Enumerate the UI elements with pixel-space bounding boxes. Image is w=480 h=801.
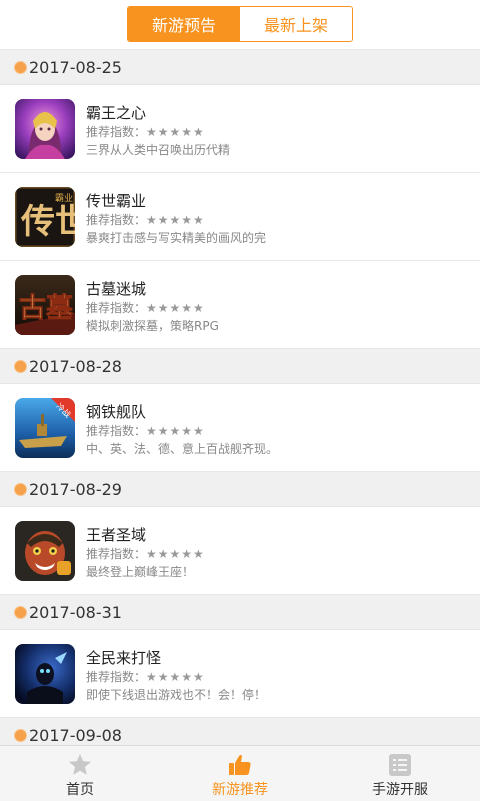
date-label: 2017-08-25 bbox=[29, 57, 122, 77]
game-description: 三界从人类中召唤出历代精 bbox=[86, 143, 231, 157]
game-rating: 推荐指数：★★★★★ bbox=[86, 123, 205, 140]
game-description: 即使下线退出游戏也不！会！停！ bbox=[86, 688, 267, 702]
rating-label: 推荐指数： bbox=[86, 301, 147, 315]
game-description: 最终登上巅峰王座！ bbox=[86, 565, 195, 579]
rating-stars-icon: ★★★★★ bbox=[146, 670, 205, 684]
date-header: 2017-08-31 bbox=[0, 595, 480, 630]
icon-text-small: 霸业 bbox=[55, 193, 73, 204]
game-rating: 推荐指数：★★★★★ bbox=[86, 545, 205, 562]
game-description: 中、英、法、德、意上百战舰齐现。 bbox=[86, 442, 279, 456]
tab-new-game-preview[interactable]: 新游预告 bbox=[128, 7, 240, 41]
date-label: 2017-08-28 bbox=[29, 356, 122, 376]
rating-label: 推荐指数： bbox=[86, 670, 147, 684]
game-list[interactable]: 2017-08-25 霸王之心 推荐指数：★★★★★ 三界从人类中召唤出历代精 … bbox=[0, 50, 480, 745]
game-description: 模拟刺激探墓，策略RPG bbox=[86, 319, 219, 333]
date-header: 2017-09-08 bbox=[0, 718, 480, 745]
game-icon: 古墓 bbox=[15, 275, 75, 335]
rating-stars-icon: ★★★★★ bbox=[146, 125, 205, 139]
rating-label: 推荐指数： bbox=[86, 213, 147, 227]
date-dot-icon bbox=[15, 61, 26, 73]
game-name: 传世霸业 bbox=[86, 192, 147, 210]
date-label: 2017-08-31 bbox=[29, 602, 122, 622]
rating-stars-icon: ★★★★★ bbox=[146, 213, 205, 227]
tab-home-label: 首页 bbox=[66, 782, 94, 798]
date-dot-icon bbox=[15, 360, 26, 372]
game-item[interactable]: 霸王之心 推荐指数：★★★★★ 三界从人类中召唤出历代精 bbox=[0, 85, 480, 173]
tab-latest-release[interactable]: 最新上架 bbox=[240, 7, 352, 41]
game-item[interactable]: 王者圣域 推荐指数：★★★★★ 最终登上巅峰王座！ bbox=[0, 507, 480, 595]
tab-recommend-label: 新游推荐 bbox=[212, 782, 268, 798]
game-icon: 传世 霸业 bbox=[15, 187, 75, 247]
date-header: 2017-08-25 bbox=[0, 50, 480, 85]
game-name: 古墓迷城 bbox=[86, 280, 147, 298]
game-icon: 冷战 bbox=[15, 398, 75, 458]
rating-stars-icon: ★★★★★ bbox=[146, 547, 205, 561]
star-icon bbox=[67, 752, 93, 782]
rating-label: 推荐指数： bbox=[86, 125, 147, 139]
game-item[interactable]: 传世 霸业 传世霸业 推荐指数：★★★★★ 暴爽打击感与写实精美的画风的完 bbox=[0, 173, 480, 261]
icon-text: 传世 bbox=[20, 202, 75, 242]
date-label: 2017-09-08 bbox=[29, 725, 122, 745]
tab-home[interactable]: 首页 bbox=[0, 746, 160, 801]
tab-game-servers[interactable]: 手游开服 bbox=[320, 746, 480, 801]
game-icon bbox=[15, 99, 75, 159]
date-dot-icon bbox=[15, 606, 26, 618]
date-dot-icon bbox=[15, 729, 26, 741]
date-label: 2017-08-29 bbox=[29, 479, 122, 499]
game-item[interactable]: 冷战 钢铁舰队 推荐指数：★★★★★ 中、英、法、德、意上百战舰齐现。 bbox=[0, 384, 480, 472]
icon-text: 古墓 bbox=[19, 293, 74, 324]
game-rating: 推荐指数：★★★★★ bbox=[86, 668, 205, 685]
date-dot-icon bbox=[15, 483, 26, 495]
game-name: 钢铁舰队 bbox=[86, 403, 147, 421]
game-rating: 推荐指数：★★★★★ bbox=[86, 211, 205, 228]
top-bar: 新游预告 最新上架 bbox=[0, 0, 480, 50]
game-description: 暴爽打击感与写实精美的画风的完 bbox=[86, 231, 267, 245]
game-item[interactable]: 全民来打怪 推荐指数：★★★★★ 即使下线退出游戏也不！会！停！ bbox=[0, 630, 480, 718]
date-header: 2017-08-29 bbox=[0, 472, 480, 507]
tab-new-game-recommend[interactable]: 新游推荐 bbox=[160, 746, 320, 801]
tab-servers-label: 手游开服 bbox=[372, 782, 428, 798]
game-name: 霸王之心 bbox=[86, 104, 147, 122]
game-icon bbox=[15, 521, 75, 581]
segment-control: 新游预告 最新上架 bbox=[127, 6, 353, 42]
rating-stars-icon: ★★★★★ bbox=[146, 424, 205, 438]
rating-label: 推荐指数： bbox=[86, 424, 147, 438]
thumbs-up-icon bbox=[227, 752, 253, 782]
game-name: 全民来打怪 bbox=[86, 649, 162, 667]
rating-stars-icon: ★★★★★ bbox=[146, 301, 205, 315]
rating-label: 推荐指数： bbox=[86, 547, 147, 561]
list-icon bbox=[387, 752, 413, 782]
game-rating: 推荐指数：★★★★★ bbox=[86, 299, 205, 316]
game-name: 王者圣域 bbox=[86, 526, 147, 544]
date-header: 2017-08-28 bbox=[0, 349, 480, 384]
game-icon bbox=[15, 644, 75, 704]
game-rating: 推荐指数：★★★★★ bbox=[86, 422, 205, 439]
bottom-tab-bar: 首页 新游推荐 手游开服 bbox=[0, 745, 480, 801]
game-item[interactable]: 古墓 古墓迷城 推荐指数：★★★★★ 模拟刺激探墓，策略RPG bbox=[0, 261, 480, 349]
